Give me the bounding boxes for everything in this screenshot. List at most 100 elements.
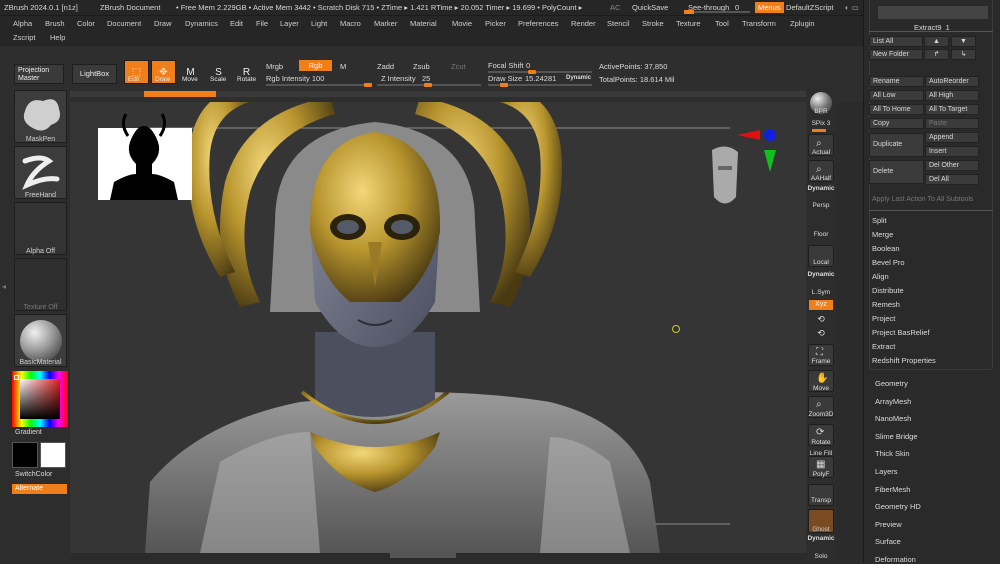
action-split[interactable]: Split	[872, 216, 887, 225]
lsym-label[interactable]: L.Sym	[806, 289, 836, 296]
color-picker-ring[interactable]	[12, 371, 68, 427]
menu-alpha[interactable]: Alpha	[13, 19, 32, 28]
all-low-button[interactable]: All Low	[869, 90, 924, 101]
default-zscript-button[interactable]: DefaultZScript	[786, 3, 834, 12]
rotate-y-icon[interactable]: ⟲	[806, 314, 836, 325]
menu-stencil[interactable]: Stencil	[607, 19, 630, 28]
copy-button[interactable]: Copy	[869, 118, 924, 129]
mrgb-button[interactable]: Mrgb	[266, 62, 283, 72]
subpalette-layers[interactable]: Layers	[875, 467, 898, 476]
action-align[interactable]: Align	[872, 272, 889, 281]
move-up-icon[interactable]: ↱	[924, 49, 949, 60]
rgb-intensity-label[interactable]: Rgb Intensity 100	[266, 74, 324, 84]
subtool-thumb-strip[interactable]	[878, 6, 988, 19]
floor-label[interactable]: Floor	[806, 231, 836, 238]
action-extract[interactable]: Extract	[872, 342, 895, 351]
menu-color[interactable]: Color	[77, 19, 95, 28]
menu-edit[interactable]: Edit	[230, 19, 243, 28]
action-project-basrelief[interactable]: Project BasRelief	[872, 328, 930, 337]
menu-transform[interactable]: Transform	[742, 19, 776, 28]
z-intensity-label[interactable]: Z Intensity	[381, 74, 416, 84]
quicksave-button[interactable]: QuickSave	[632, 3, 668, 12]
xyz-button[interactable]: Xyz	[809, 300, 833, 310]
menu-stroke[interactable]: Stroke	[642, 19, 664, 28]
insert-button[interactable]: Insert	[925, 146, 979, 157]
focal-shift-slider[interactable]	[488, 71, 592, 73]
draw-size-knob[interactable]	[500, 83, 508, 87]
action-redshift-properties[interactable]: Redshift Properties	[872, 356, 936, 365]
del-all-button[interactable]: Del All	[925, 174, 979, 185]
move-down-icon[interactable]: ↳	[951, 49, 976, 60]
action-distribute[interactable]: Distribute	[872, 286, 904, 295]
rgb-intensity-knob[interactable]	[364, 83, 372, 87]
menu-marker[interactable]: Marker	[374, 19, 397, 28]
window-controls-icon[interactable]: ◐ ▭	[845, 3, 859, 12]
switchcolor-button[interactable]: SwitchColor	[15, 471, 52, 478]
arrow-down-icon[interactable]: ▼	[951, 36, 976, 47]
menu-render[interactable]: Render	[571, 19, 596, 28]
menu-picker[interactable]: Picker	[485, 19, 506, 28]
subpalette-geometry[interactable]: Geometry	[875, 379, 908, 388]
menu-light[interactable]: Light	[311, 19, 327, 28]
delete-button[interactable]: Delete	[869, 160, 924, 184]
top-scroll-thumb[interactable]	[144, 91, 216, 97]
menu-texture[interactable]: Texture	[676, 19, 701, 28]
rotate-z-icon[interactable]: ⟲	[806, 328, 836, 339]
subpalette-arraymesh[interactable]: ArrayMesh	[875, 397, 911, 406]
all-high-button[interactable]: All High	[925, 90, 979, 101]
menu-file[interactable]: File	[256, 19, 268, 28]
action-project[interactable]: Project	[872, 314, 895, 323]
menu-zscript[interactable]: Zscript	[13, 33, 36, 42]
menu-material[interactable]: Material	[410, 19, 437, 28]
viewport-canvas[interactable]	[70, 87, 806, 558]
all-to-home-button[interactable]: All To Home	[869, 104, 924, 115]
autoreorder-button[interactable]: AutoReorder	[925, 76, 979, 87]
action-merge[interactable]: Merge	[872, 230, 893, 239]
main-color-swatch[interactable]	[12, 442, 38, 468]
z-intensity-knob[interactable]	[424, 83, 432, 87]
spix-slider[interactable]	[812, 129, 826, 132]
menu-movie[interactable]: Movie	[452, 19, 472, 28]
append-button[interactable]: Append	[925, 132, 979, 143]
subpalette-fibermesh[interactable]: FiberMesh	[875, 485, 910, 494]
menu-layer[interactable]: Layer	[280, 19, 299, 28]
color-picker-cursor[interactable]	[14, 375, 19, 380]
action-boolean[interactable]: Boolean	[872, 244, 900, 253]
left-collapse-icon[interactable]: ◂	[2, 282, 7, 296]
rename-button[interactable]: Rename	[869, 76, 924, 87]
menus-button[interactable]: Menus	[755, 2, 784, 13]
lightbox-button[interactable]: LightBox	[72, 64, 117, 84]
menu-brush[interactable]: Brush	[45, 19, 65, 28]
zsub-button[interactable]: Zsub	[413, 62, 430, 72]
subpalette-geometry-hd[interactable]: Geometry HD	[875, 502, 921, 511]
menu-tool[interactable]: Tool	[715, 19, 729, 28]
subpalette-deformation[interactable]: Deformation	[875, 555, 916, 564]
action-bevel-pro[interactable]: Bevel Pro	[872, 258, 905, 267]
menu-preferences[interactable]: Preferences	[518, 19, 558, 28]
persp-label[interactable]: Persp	[806, 202, 836, 209]
menu-help[interactable]: Help	[50, 33, 65, 42]
secondary-color-swatch[interactable]	[40, 442, 66, 468]
apply-last-action-button[interactable]: Apply Last Action To All Subtools	[872, 196, 988, 203]
rgb-intensity-slider[interactable]	[266, 84, 372, 86]
solo-label[interactable]: Solo	[806, 553, 836, 560]
gradient-label[interactable]: Gradient	[15, 429, 42, 436]
all-to-target-button[interactable]: All To Target	[925, 104, 979, 115]
zadd-button[interactable]: Zadd	[377, 62, 394, 72]
paste-button[interactable]: Paste	[925, 118, 979, 129]
menu-macro[interactable]: Macro	[340, 19, 361, 28]
new-folder-button[interactable]: New Folder	[869, 49, 923, 60]
subpalette-preview[interactable]: Preview	[875, 520, 902, 529]
subpalette-surface[interactable]: Surface	[875, 537, 901, 546]
subpalette-slime-bridge[interactable]: Slime Bridge	[875, 432, 918, 441]
spix-label[interactable]: SPix 3	[806, 120, 836, 127]
ac-label[interactable]: AC	[610, 3, 620, 12]
del-other-button[interactable]: Del Other	[925, 160, 979, 171]
menu-document[interactable]: Document	[107, 19, 141, 28]
alternate-button[interactable]: Alternate	[12, 484, 67, 494]
duplicate-button[interactable]: Duplicate	[869, 133, 924, 157]
color-picker-square[interactable]	[20, 379, 60, 419]
m-button[interactable]: M	[340, 62, 346, 72]
menu-dynamics[interactable]: Dynamics	[185, 19, 218, 28]
zcut-button[interactable]: Zcut	[451, 62, 466, 72]
